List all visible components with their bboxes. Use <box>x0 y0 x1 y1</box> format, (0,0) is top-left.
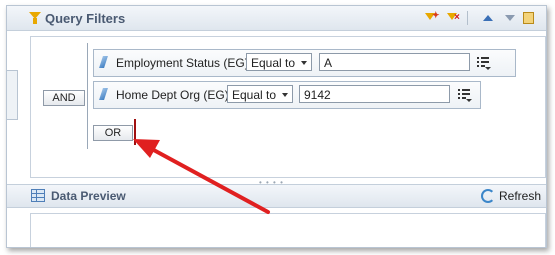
arrow-head <box>133 139 160 158</box>
annotation-arrow <box>133 139 270 214</box>
arrow-shaft <box>148 146 270 214</box>
